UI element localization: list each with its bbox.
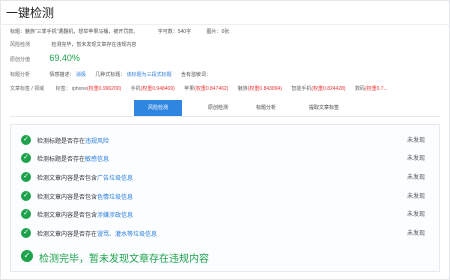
check-text: 检测标题是否存在违规风险 [37, 139, 110, 145]
image-count: 图片：0张 [206, 29, 230, 35]
tab-risk-check[interactable]: 风险检测 [134, 100, 182, 116]
tab-title-analysis[interactable]: 标题分析 [242, 100, 290, 116]
title-divider [0, 24, 450, 25]
format-value[interactable]: 该标题为三段式标题 [127, 72, 172, 78]
check-row: ✓ 检测标题是否存在违规风险 未发现 [11, 133, 439, 149]
check-circle-icon: ✓ [21, 172, 31, 182]
check-text: 检测标题是否存在敏感信息 [37, 157, 110, 163]
check-circle-icon: ✓ [21, 209, 31, 219]
keywords-prefix: 标签： [55, 86, 71, 92]
keyword-item: iphone(权重0.996200) [71, 86, 122, 92]
check-text: 检测文章内容是否包含广告垃圾信息 [37, 176, 134, 182]
keyword-item: 手机(权重0.948409) [130, 86, 175, 92]
risk-check-row: 风险检测 检测完毕，暂未发现文章存在违规内容 [10, 41, 136, 48]
summary-row: 标题：魅族“三季手机”遭翻机，想举苹果马桶，被开罚款。 字可数：540字 图片：… [10, 28, 229, 35]
keyword-item: 苹果(权重0.847462) [184, 86, 229, 92]
check-status: 未发现 [406, 175, 425, 181]
tab-extract-tags[interactable]: 提取文章标签 [296, 100, 352, 116]
check-circle-icon: ✓ [21, 135, 31, 145]
keyword-item: 魅族(权重0.843894) [237, 86, 282, 92]
check-row: ✓ 检测文章内容是否包含色情垃圾信息 未发现 [11, 189, 439, 205]
keyword-item: 智能手机(权重0.824428) [291, 86, 346, 92]
check-panel: ✓ 检测标题是否存在违规风险 未发现 ✓ 检测标题是否存在敏感信息 未发现 ✓ … [10, 124, 440, 272]
check-circle-icon: ✓ [21, 153, 31, 163]
check-row: ✓ 检测文章内容是否存在谩骂、灌水等垃圾信息 未发现 [11, 226, 439, 242]
original-score-row: 原创分值 69.40% [10, 53, 80, 63]
final-result-row: ✓ 检测完毕，暂未发现文章存在违规内容 [11, 247, 439, 265]
check-circle-icon: ✓ [21, 228, 31, 238]
emotion-label: 情感描述： [49, 72, 75, 78]
risk-check-text: 检测完毕，暂未发现文章存在违规内容 [51, 42, 137, 48]
format-label: 几种式标题： [95, 72, 126, 78]
keyword-item: 数码(权重0.7... [354, 86, 388, 92]
title-analysis-row: 标题分析 情感描述： 消极 几种式标题： 该标题为三段式标题 含有滥敏词： [10, 71, 211, 78]
check-text: 检测文章内容是否存在谩骂、灌水等垃圾信息 [37, 232, 158, 238]
check-circle-icon: ✓ [21, 191, 31, 201]
tab-bar: 风险检测 原创检测 标题分析 提取文章标签 [10, 100, 440, 117]
word-count: 字可数：540字 [157, 29, 192, 35]
summary-title: 标题：魅族“三季手机”遭翻机，想举苹果马桶，被开罚款。 [10, 29, 139, 35]
check-circle-icon: ✓ [21, 250, 33, 262]
page-title: 一键检测 [6, 6, 55, 20]
check-text: 检测文章内容是否包含涉嫌涉政信息 [37, 213, 134, 219]
original-score-label: 原创分值 [10, 57, 31, 63]
emotion-value[interactable]: 消极 [76, 72, 86, 78]
keywords-row: 文章标签 / 领域 标签： iphone(权重0.996200) 手机(权重0.… [10, 85, 396, 92]
check-status: 未发现 [406, 212, 425, 218]
sensitive-label: 含有滥敏词： [181, 72, 212, 78]
check-row: ✓ 检测文章内容是否包含涉嫌涉政信息 未发现 [11, 207, 439, 223]
keywords-label: 文章标签 / 领域 [10, 86, 45, 92]
final-result-text: 检测完毕，暂未发现文章存在违规内容 [39, 254, 209, 265]
check-status: 未发现 [406, 156, 425, 162]
check-text: 检测文章内容是否包含色情垃圾信息 [37, 195, 134, 201]
title-analysis-label: 标题分析 [10, 72, 31, 78]
check-row: ✓ 检测文章内容是否包含广告垃圾信息 未发现 [11, 170, 439, 186]
tab-original-check[interactable]: 原创检测 [194, 100, 242, 116]
check-status: 未发现 [406, 231, 425, 237]
original-score-value: 69.40% [49, 53, 80, 63]
check-status: 未发现 [406, 194, 425, 200]
check-row: ✓ 检测标题是否存在敏感信息 未发现 [11, 151, 439, 167]
check-status: 未发现 [406, 138, 425, 144]
risk-check-label: 风险检测 [10, 42, 31, 48]
